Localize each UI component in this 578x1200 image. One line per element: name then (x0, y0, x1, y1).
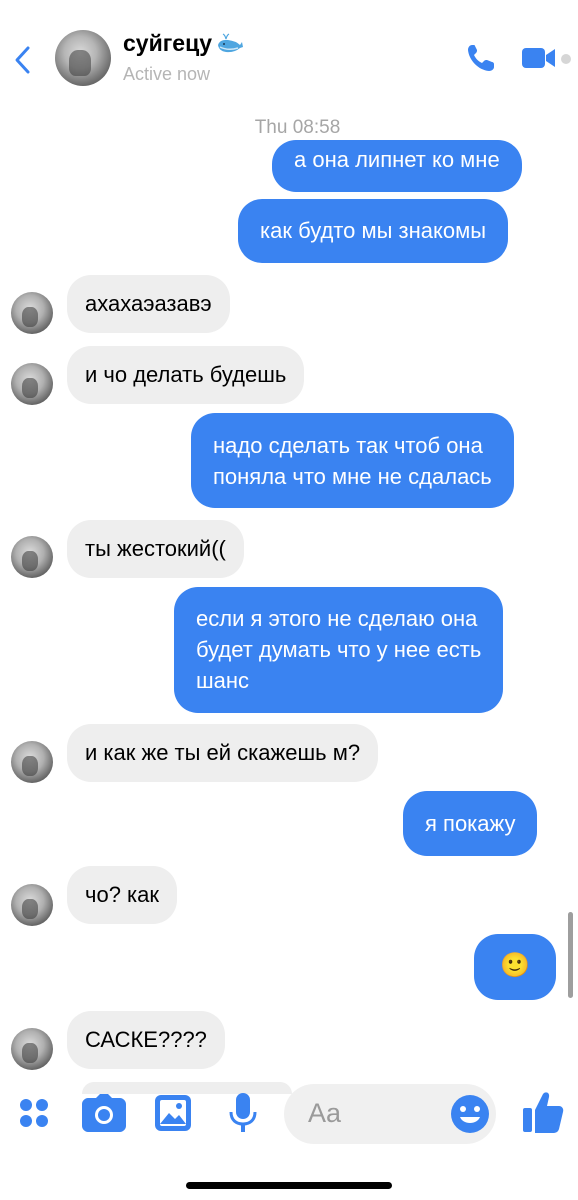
sender-avatar[interactable] (11, 292, 53, 334)
message-timestamp: Thu 08:58 (254, 117, 341, 138)
message-input-placeholder: Aa (308, 1098, 342, 1128)
message-line: шанс (196, 668, 250, 693)
phone-icon[interactable] (465, 42, 497, 74)
contact-name[interactable]: суйгецу (123, 30, 244, 57)
sender-avatar[interactable] (11, 363, 53, 405)
message-outgoing[interactable]: как будто мы знакомы (238, 199, 509, 263)
message-text: как будто мы знакомы (260, 218, 487, 243)
sender-avatar[interactable] (11, 536, 53, 578)
message-outgoing[interactable]: надо сделать так чтоб она поняла что мне… (191, 413, 514, 508)
whale-icon (218, 32, 244, 52)
chat-header: суйгецу Active now (0, 0, 578, 112)
message-incoming[interactable]: САСКЕ???? (67, 1011, 225, 1069)
emoji-smile: 🙂 (500, 952, 530, 979)
camera-icon[interactable] (82, 1094, 126, 1132)
contact-avatar[interactable] (55, 30, 111, 86)
message-text: САСКЕ???? (85, 1027, 207, 1052)
video-camera-icon[interactable] (521, 45, 557, 71)
message-text: ты жестокий(( (85, 536, 226, 561)
message-text: и как же ты ей скажешь м? (85, 740, 361, 765)
contact-name-text: суйгецу (123, 30, 213, 56)
sender-avatar[interactable] (11, 741, 53, 783)
message-outgoing[interactable]: 🙂 (474, 934, 556, 1000)
message-incoming[interactable]: и как же ты ей скажешь м? (67, 724, 379, 782)
message-line: будет думать что у нее есть (196, 637, 482, 662)
back-button[interactable] (8, 40, 36, 80)
message-text: и чо делать будешь (85, 362, 287, 387)
emoji-icon[interactable] (450, 1094, 490, 1134)
apps-grid-icon[interactable] (17, 1096, 51, 1130)
online-indicator (561, 54, 571, 64)
active-status: Active now (123, 64, 211, 84)
partial-message-bubble (82, 1082, 292, 1094)
message-incoming[interactable]: ты жестокий(( (67, 520, 244, 578)
message-line: поняла что мне не сдалась (213, 464, 492, 489)
photo-icon[interactable] (154, 1094, 192, 1132)
message-incoming[interactable]: ахахаэазавэ (67, 275, 230, 333)
sender-avatar[interactable] (11, 884, 53, 926)
message-text: чо? как (85, 882, 160, 907)
chevron-left-icon (15, 46, 30, 74)
message-text: а она липнет ко мне (294, 147, 500, 172)
thumbs-up-icon[interactable] (522, 1090, 564, 1134)
sender-avatar[interactable] (11, 1028, 53, 1070)
message-outgoing[interactable]: я покажу (403, 791, 538, 856)
message-text: я покажу (425, 811, 516, 836)
message-incoming[interactable]: и чо делать будешь (67, 346, 305, 404)
message-line: если я этого не сделаю она (196, 606, 478, 631)
home-indicator[interactable] (186, 1182, 392, 1189)
microphone-icon[interactable] (228, 1092, 258, 1134)
message-outgoing[interactable]: а она липнет ко мне (272, 140, 522, 192)
message-incoming[interactable]: чо? как (67, 866, 178, 924)
message-text: ахахаэазавэ (85, 291, 212, 316)
message-outgoing[interactable]: если я этого не сделаю она будет думать … (174, 587, 504, 713)
scrollbar[interactable] (568, 912, 573, 998)
message-line: надо сделать так чтоб она (213, 433, 483, 458)
